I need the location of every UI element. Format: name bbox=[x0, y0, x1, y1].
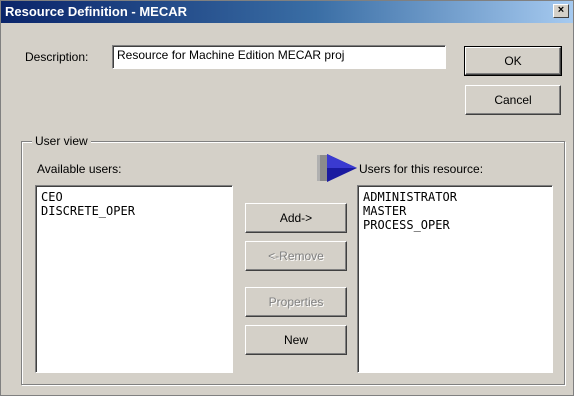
list-item[interactable]: CEO bbox=[41, 190, 227, 204]
list-item[interactable]: MASTER bbox=[363, 204, 547, 218]
remove-button[interactable]: <-Remove bbox=[245, 241, 347, 271]
user-view-legend: User view bbox=[32, 134, 91, 148]
cancel-button[interactable]: Cancel bbox=[465, 85, 561, 115]
resource-users-list[interactable]: ADMINISTRATOR MASTER PROCESS_OPER bbox=[357, 185, 553, 373]
list-item[interactable]: PROCESS_OPER bbox=[363, 218, 547, 232]
right-arrow-icon bbox=[317, 154, 357, 182]
resource-definition-dialog: Resource Definition - MECAR × Descriptio… bbox=[0, 0, 574, 396]
close-icon: × bbox=[557, 4, 565, 16]
title-bar: Resource Definition - MECAR × bbox=[1, 1, 573, 23]
ok-button[interactable]: OK bbox=[464, 46, 562, 76]
resource-users-label: Users for this resource: bbox=[359, 162, 484, 176]
close-button[interactable]: × bbox=[553, 4, 569, 18]
properties-button[interactable]: Properties bbox=[245, 287, 347, 317]
available-users-list[interactable]: CEO DISCRETE_OPER bbox=[35, 185, 233, 373]
available-users-label: Available users: bbox=[37, 162, 122, 176]
window-title: Resource Definition - MECAR bbox=[5, 4, 188, 19]
description-input[interactable]: Resource for Machine Edition MECAR proj bbox=[112, 45, 446, 69]
list-item[interactable]: ADMINISTRATOR bbox=[363, 190, 547, 204]
new-button[interactable]: New bbox=[245, 325, 347, 355]
description-label: Description: bbox=[25, 50, 89, 64]
add-button[interactable]: Add-> bbox=[245, 203, 347, 233]
list-item[interactable]: DISCRETE_OPER bbox=[41, 204, 227, 218]
